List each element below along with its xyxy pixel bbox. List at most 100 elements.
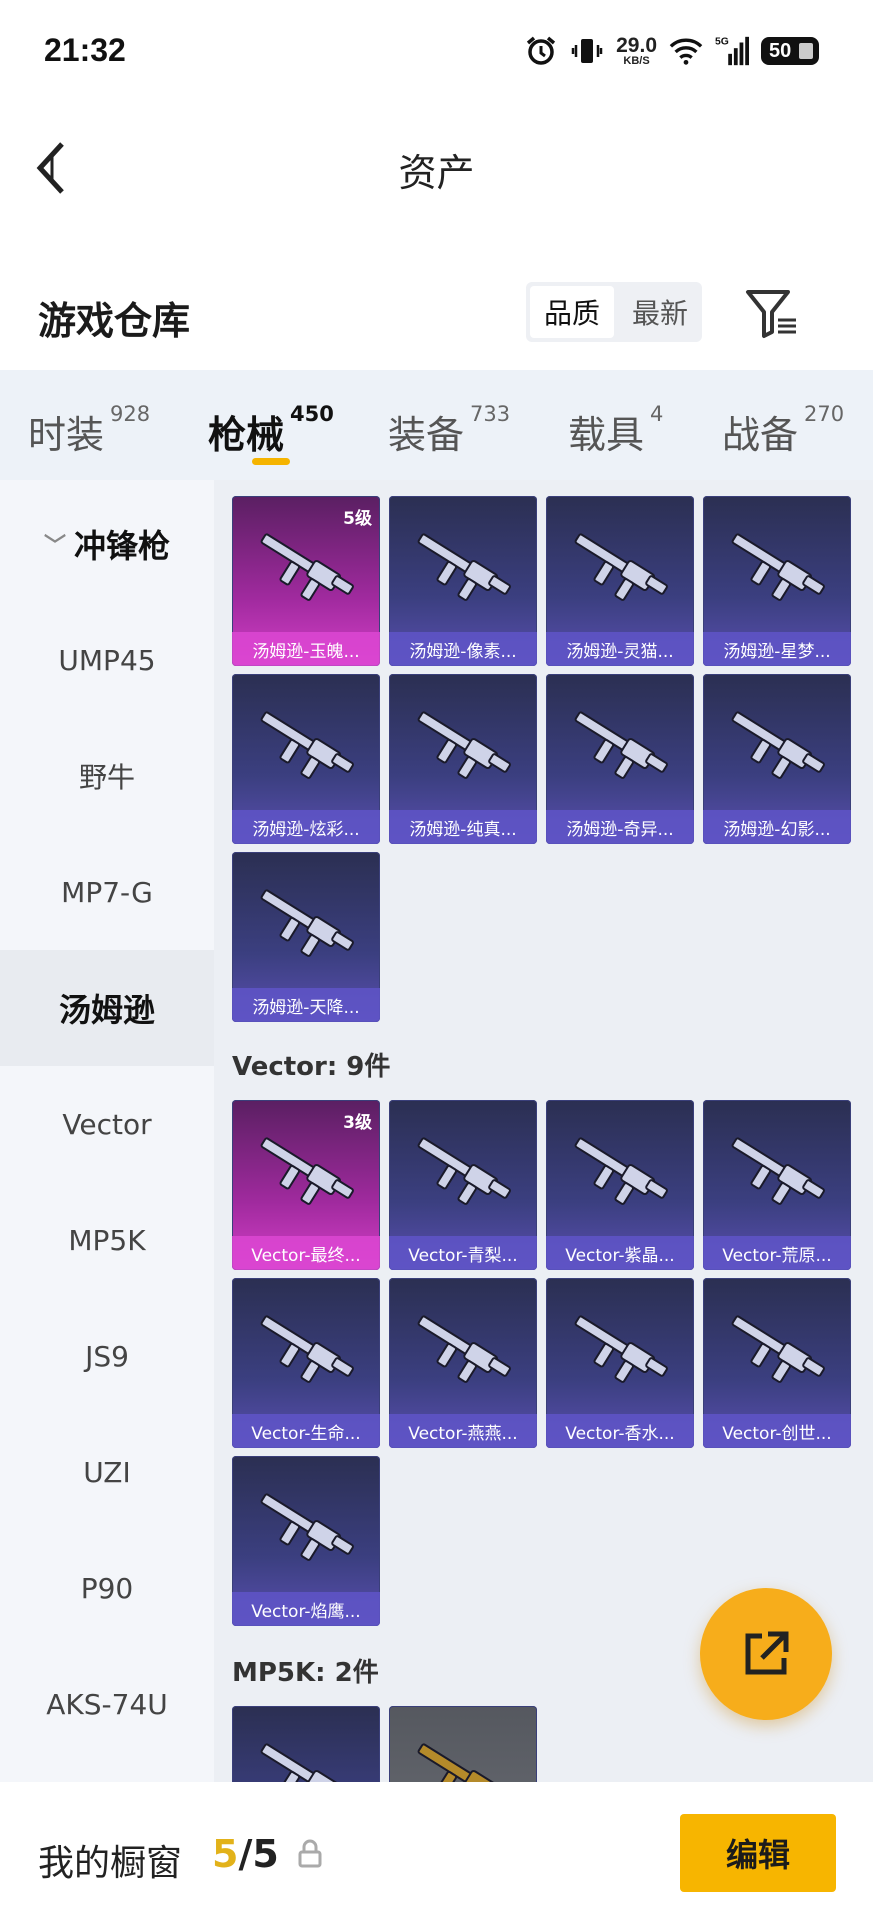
gun-icon	[417, 1137, 511, 1205]
active-tab-indicator	[252, 458, 290, 465]
gun-thumbnail	[407, 696, 519, 796]
skin-item-tile[interactable]: Vector-焰鹰...	[232, 1456, 380, 1626]
sidebar-item-thompson[interactable]: 汤姆逊	[0, 950, 214, 1066]
sidebar-item-uzi[interactable]: UZI	[0, 1414, 214, 1530]
share-icon	[745, 1631, 789, 1675]
tab-supplies[interactable]: 战备 270	[722, 402, 844, 459]
skin-item-tile[interactable]: 汤姆逊-天降...	[232, 852, 380, 1022]
gun-icon	[731, 711, 825, 779]
skin-item-tile[interactable]: 汤姆逊-奇异...	[546, 674, 694, 844]
gun-thumbnail	[250, 518, 362, 618]
skin-item-tile[interactable]: Vector-香水...	[546, 1278, 694, 1448]
gun-thumbnail	[564, 696, 676, 796]
item-name-label: Vector-焰鹰...	[232, 1592, 380, 1626]
gun-thumbnail	[250, 1728, 362, 1782]
sidebar-item-vector[interactable]: Vector	[0, 1066, 214, 1182]
gun-thumbnail	[721, 1122, 833, 1222]
battery-indicator: 50	[761, 37, 819, 65]
gun-thumbnail	[721, 696, 833, 796]
gun-thumbnail	[721, 1300, 833, 1400]
gun-thumbnail	[407, 1300, 519, 1400]
gun-thumbnail	[564, 518, 676, 618]
status-icons: 29.0 KB/S 5G 50	[524, 28, 819, 74]
warehouse-title: 游戏仓库	[38, 299, 191, 343]
sidebar-item-p90[interactable]: P90	[0, 1530, 214, 1646]
gun-icon	[260, 1137, 354, 1205]
category-tabs: 时装 928 枪械 450 装备 733 载具 4 战备 270	[0, 370, 873, 480]
gun-icon	[731, 1315, 825, 1383]
page-title: 资产	[398, 151, 475, 195]
skin-item-tile[interactable]: 汤姆逊-炫彩...	[232, 674, 380, 844]
item-name-label: Vector-最终...	[232, 1236, 380, 1270]
gun-thumbnail	[564, 1300, 676, 1400]
skin-item-tile[interactable]: Vector-燕燕...	[389, 1278, 537, 1448]
item-name-label: Vector-生命...	[232, 1414, 380, 1448]
sidebar-item-mp5k[interactable]: MP5K	[0, 1182, 214, 1298]
item-name-label: Vector-紫晶...	[546, 1236, 694, 1270]
wifi-icon	[669, 34, 703, 68]
gun-thumbnail	[407, 1728, 519, 1782]
sidebar-item-ump45[interactable]: UMP45	[0, 602, 214, 718]
item-name-label: Vector-香水...	[546, 1414, 694, 1448]
tab-equipment[interactable]: 装备 733	[388, 402, 510, 459]
skin-item-tile[interactable]	[389, 1706, 537, 1782]
lock-icon	[296, 1838, 324, 1870]
gun-thumbnail	[407, 518, 519, 618]
sidebar-item-aks74u[interactable]: AKS-74U	[0, 1646, 214, 1762]
gun-thumbnail	[250, 1300, 362, 1400]
gun-icon	[260, 533, 354, 601]
item-name-label: 汤姆逊-星梦...	[703, 632, 851, 666]
filter-icon	[746, 290, 796, 338]
share-fab-button[interactable]	[700, 1588, 832, 1720]
status-time: 21:32	[44, 32, 126, 68]
section-title-vector: Vector: 9件	[232, 1052, 391, 1082]
gun-icon	[260, 1743, 342, 1782]
sidebar-category[interactable]: ﹀ 冲锋枪	[0, 486, 214, 602]
alarm-icon	[524, 34, 558, 68]
item-name-label: 汤姆逊-纯真...	[389, 810, 537, 844]
gun-icon	[260, 1493, 354, 1561]
gun-icon	[417, 711, 511, 779]
warehouse-bar: 游戏仓库 品质 最新	[0, 230, 873, 370]
skin-item-tile[interactable]: 汤姆逊-灵猫...	[546, 496, 694, 666]
tab-guns[interactable]: 枪械 450	[208, 402, 334, 459]
filter-button[interactable]	[742, 284, 802, 344]
item-name-label: 汤姆逊-灵猫...	[546, 632, 694, 666]
skin-item-tile[interactable]: Vector-生命...	[232, 1278, 380, 1448]
skin-item-tile[interactable]: Vector-紫晶...	[546, 1100, 694, 1270]
weapon-sidebar: ﹀ 冲锋枪 UMP45 野牛 MP7-G 汤姆逊 Vector MP5K JS9 …	[0, 480, 214, 1782]
edit-button[interactable]: 编辑	[680, 1814, 836, 1892]
gun-icon	[417, 1743, 499, 1782]
sidebar-item-mp7g[interactable]: MP7-G	[0, 834, 214, 950]
skin-item-tile[interactable]: 3级 Vector-最终...	[232, 1100, 380, 1270]
showcase-count: 5/5	[212, 1832, 279, 1876]
gun-icon	[574, 711, 668, 779]
gun-thumbnail	[250, 1122, 362, 1222]
skin-item-tile[interactable]	[232, 1706, 380, 1782]
section-title-mp5k: MP5K: 2件	[232, 1658, 379, 1688]
skin-item-tile[interactable]: 汤姆逊-幻影...	[703, 674, 851, 844]
skin-item-tile[interactable]: 汤姆逊-星梦...	[703, 496, 851, 666]
skin-item-tile[interactable]: 汤姆逊-纯真...	[389, 674, 537, 844]
sort-option-quality[interactable]: 品质	[530, 286, 614, 338]
gun-icon	[731, 1137, 825, 1205]
tab-outfits[interactable]: 时装 928	[28, 402, 150, 459]
skin-item-tile[interactable]: Vector-青梨...	[389, 1100, 537, 1270]
item-name-label: Vector-青梨...	[389, 1236, 537, 1270]
page-header: 资产	[0, 100, 873, 230]
net-speed: 29.0 KB/S	[616, 34, 657, 67]
skin-item-tile[interactable]: 汤姆逊-像素...	[389, 496, 537, 666]
item-name-label: Vector-创世...	[703, 1414, 851, 1448]
skin-item-tile[interactable]: 5级 汤姆逊-玉魄...	[232, 496, 380, 666]
skin-item-tile[interactable]: Vector-荒原...	[703, 1100, 851, 1270]
gun-thumbnail	[407, 1122, 519, 1222]
gun-thumbnail	[564, 1122, 676, 1222]
tab-vehicles[interactable]: 载具 4	[568, 402, 663, 459]
item-name-label: Vector-燕燕...	[389, 1414, 537, 1448]
skin-item-tile[interactable]: Vector-创世...	[703, 1278, 851, 1448]
showcase-bar: 我的橱窗 5/5 编辑	[0, 1782, 873, 1920]
gun-icon	[574, 1137, 668, 1205]
sidebar-item-bizon[interactable]: 野牛	[0, 718, 214, 834]
sidebar-item-js9[interactable]: JS9	[0, 1298, 214, 1414]
sort-option-newest[interactable]: 最新	[618, 282, 702, 342]
